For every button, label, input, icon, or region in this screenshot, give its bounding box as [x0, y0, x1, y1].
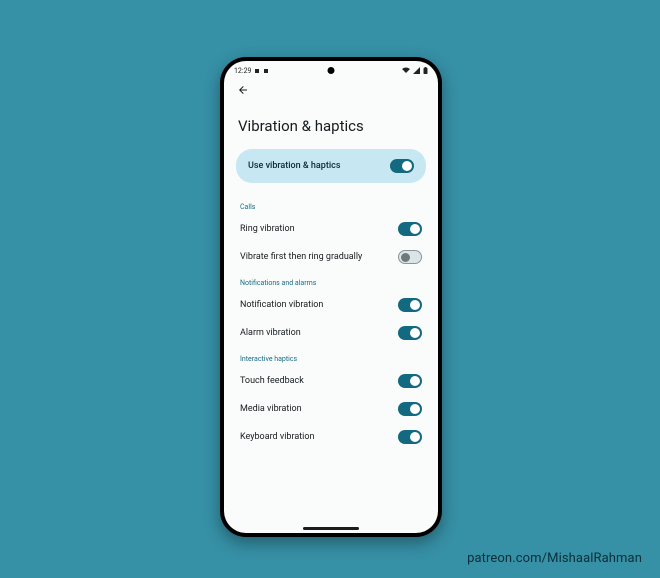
wifi-icon [402, 67, 410, 74]
screen: 12:29 Vibration & haptics Use vibration … [224, 61, 438, 533]
row-label: Vibrate first then ring gradually [240, 252, 362, 262]
keyboard-vibration-switch[interactable] [398, 430, 422, 444]
master-toggle-label: Use vibration & haptics [248, 161, 340, 171]
row-keyboard-vibration[interactable]: Keyboard vibration [236, 423, 426, 451]
row-media-vibration[interactable]: Media vibration [236, 395, 426, 423]
camera-cutout [328, 67, 335, 74]
section-header-interactive: Interactive haptics [236, 347, 426, 367]
battery-icon [423, 67, 428, 74]
signal-icon [413, 67, 420, 74]
row-vibrate-first[interactable]: Vibrate first then ring gradually [236, 243, 426, 271]
row-label: Ring vibration [240, 224, 295, 234]
touch-feedback-switch[interactable] [398, 374, 422, 388]
row-label: Notification vibration [240, 300, 323, 310]
attribution-text: patreon.com/MishaalRahman [467, 551, 642, 566]
status-time: 12:29 [234, 67, 251, 75]
media-vibration-switch[interactable] [398, 402, 422, 416]
row-alarm-vibration[interactable]: Alarm vibration [236, 319, 426, 347]
notification-dot-icon [254, 68, 260, 74]
alarm-vibration-switch[interactable] [398, 326, 422, 340]
back-button[interactable] [236, 83, 250, 97]
row-label: Media vibration [240, 404, 302, 414]
gesture-bar[interactable] [303, 527, 359, 530]
row-touch-feedback[interactable]: Touch feedback [236, 367, 426, 395]
arrow-left-icon [237, 84, 249, 96]
vibrate-first-switch[interactable] [398, 250, 422, 264]
ring-vibration-switch[interactable] [398, 222, 422, 236]
master-toggle-card[interactable]: Use vibration & haptics [236, 149, 426, 183]
row-ring-vibration[interactable]: Ring vibration [236, 215, 426, 243]
master-toggle-switch[interactable] [390, 159, 414, 173]
phone-frame: 12:29 Vibration & haptics Use vibration … [220, 57, 442, 537]
row-notification-vibration[interactable]: Notification vibration [236, 291, 426, 319]
section-header-calls: Calls [236, 195, 426, 215]
row-label: Alarm vibration [240, 328, 301, 338]
row-label: Keyboard vibration [240, 432, 314, 442]
notification-dot-icon [263, 68, 269, 74]
page-title: Vibration & haptics [224, 97, 438, 149]
row-label: Touch feedback [240, 376, 304, 386]
section-header-notifications: Notifications and alarms [236, 271, 426, 291]
notification-vibration-switch[interactable] [398, 298, 422, 312]
settings-content: Use vibration & haptics Calls Ring vibra… [224, 149, 438, 457]
